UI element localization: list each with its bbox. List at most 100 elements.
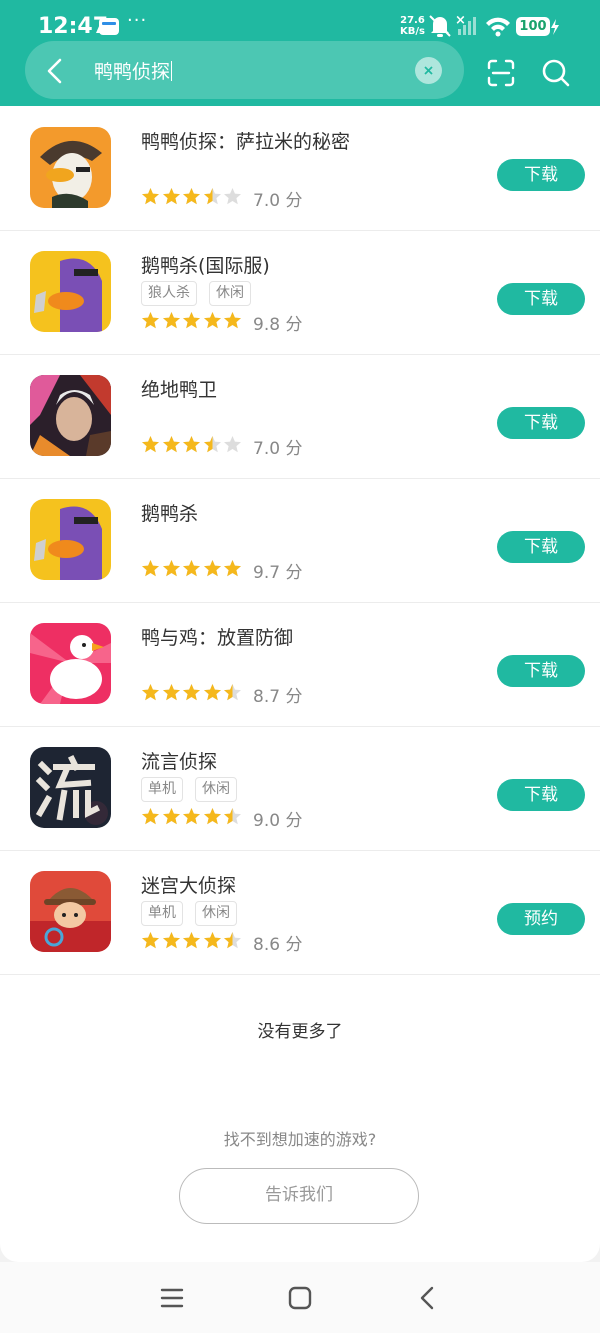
- star-full-icon: [183, 312, 200, 329]
- result-row[interactable]: 鹅鸭杀 9.7 分 下载: [0, 478, 600, 603]
- star-half-icon: [224, 684, 241, 701]
- search-results: 鸭鸭侦探：萨拉米的秘密 7.0 分 下载 鹅鸭杀(国际服) 狼人杀 休闲 9.8 …: [0, 106, 600, 1262]
- star-full-icon: [162, 560, 180, 577]
- app-score: 8.6 分: [253, 935, 303, 955]
- tag: 单机: [141, 901, 183, 926]
- header-bar: 12:47 ··· 27.6 KB/s × 100 鸭鸭侦探: [0, 0, 600, 106]
- no-more-text: 没有更多了: [257, 1022, 343, 1042]
- search-query: 鸭鸭侦探: [94, 61, 171, 83]
- star-half-icon: [203, 436, 221, 453]
- tag: 休闲: [195, 777, 237, 802]
- charging-icon: [551, 19, 559, 35]
- reserve-button[interactable]: 预约: [497, 903, 585, 935]
- app-name[interactable]: 迷宫大侦探: [141, 871, 236, 898]
- result-row[interactable]: 绝地鸭卫 7.0 分 下载: [0, 354, 600, 479]
- star-full-icon: [183, 188, 200, 205]
- app-icon-jedi-duck-guard[interactable]: [30, 375, 111, 456]
- tag-list: 单机 休闲: [141, 901, 249, 927]
- result-row[interactable]: 迷宫大侦探 单机 休闲 8.6 分 预约: [0, 850, 600, 975]
- star-full-icon: [162, 808, 180, 825]
- star-empty-icon: [224, 188, 241, 205]
- clear-search-button[interactable]: [415, 57, 442, 84]
- download-button[interactable]: 下载: [497, 655, 585, 687]
- tag: 狼人杀: [141, 281, 197, 306]
- star-full-icon: [162, 684, 180, 701]
- more-notifications-icon: ···: [127, 10, 148, 31]
- app-name[interactable]: 鹅鸭杀: [141, 499, 198, 526]
- app-icon-duck-detective[interactable]: [30, 127, 111, 208]
- status-time: 12:47: [38, 14, 109, 39]
- result-row[interactable]: 流言侦探 单机 休闲 9.0 分 下载: [0, 726, 600, 851]
- net-speed-value: 27.6: [400, 15, 425, 26]
- star-full-icon: [183, 808, 200, 825]
- tell-us-button[interactable]: 告诉我们: [179, 1168, 419, 1224]
- net-speed-unit: KB/s: [400, 26, 425, 37]
- back-icon[interactable]: [414, 1284, 442, 1312]
- system-nav-bar: [0, 1262, 600, 1333]
- app-name[interactable]: 鹅鸭杀(国际服): [141, 251, 270, 278]
- star-full-icon: [162, 312, 180, 329]
- star-full-icon: [203, 808, 221, 825]
- tag: 单机: [141, 777, 183, 802]
- menu-icon[interactable]: [158, 1284, 186, 1312]
- app-name[interactable]: 绝地鸭卫: [141, 375, 217, 402]
- back-arrow-icon[interactable]: [40, 56, 70, 86]
- star-full-icon: [142, 560, 159, 577]
- app-score: 9.8 分: [253, 315, 303, 335]
- app-name[interactable]: 流言侦探: [141, 747, 217, 774]
- download-button[interactable]: 下载: [497, 531, 585, 563]
- star-full-icon: [142, 312, 159, 329]
- scan-icon[interactable]: [486, 58, 516, 88]
- cant-find-hint: 找不到想加速的游戏?: [223, 1130, 377, 1149]
- app-score: 7.0 分: [253, 191, 303, 211]
- star-empty-icon: [224, 436, 241, 453]
- clear-icon: [424, 66, 433, 75]
- star-full-icon: [183, 932, 200, 949]
- app-icon-goose-goose-duck-global[interactable]: [30, 251, 111, 332]
- tag-list: 狼人杀 休闲: [141, 281, 263, 307]
- tag: 休闲: [195, 901, 237, 926]
- app-score: 9.0 分: [253, 811, 303, 831]
- result-row[interactable]: 鸭鸭侦探：萨拉米的秘密 7.0 分 下载: [0, 106, 600, 231]
- result-row[interactable]: 鸭与鸡：放置防御 8.7 分 下载: [0, 602, 600, 727]
- star-full-icon: [142, 436, 159, 453]
- mute-bell-icon: [429, 15, 451, 37]
- download-button[interactable]: 下载: [497, 159, 585, 191]
- home-icon[interactable]: [286, 1284, 314, 1312]
- star-full-icon: [183, 560, 200, 577]
- network-speed: 27.6 KB/s: [400, 15, 425, 37]
- result-row[interactable]: 鹅鸭杀(国际服) 狼人杀 休闲 9.8 分 下载: [0, 230, 600, 355]
- star-full-icon: [183, 436, 200, 453]
- search-box[interactable]: [25, 41, 464, 99]
- download-button[interactable]: 下载: [497, 283, 585, 315]
- app-name[interactable]: 鸭鸭侦探：萨拉米的秘密: [141, 127, 350, 154]
- star-full-icon: [142, 932, 159, 949]
- no-signal-icon: ×: [455, 13, 476, 35]
- star-full-icon: [203, 932, 221, 949]
- app-icon-maze-detective[interactable]: [30, 871, 111, 952]
- download-button[interactable]: 下载: [497, 779, 585, 811]
- app-icon-duck-and-chicken[interactable]: [30, 623, 111, 704]
- text-caret: [171, 61, 173, 81]
- star-full-icon: [142, 808, 159, 825]
- app-icon-goose-goose-duck[interactable]: [30, 499, 111, 580]
- star-full-icon: [203, 312, 221, 329]
- app-score: 7.0 分: [253, 439, 303, 459]
- star-half-icon: [203, 188, 221, 205]
- search-input[interactable]: 鸭鸭侦探: [94, 57, 173, 84]
- star-full-icon: [203, 684, 221, 701]
- app-icon-rumor-detective[interactable]: [30, 747, 111, 828]
- app-score: 8.7 分: [253, 687, 303, 707]
- wifi-icon: [486, 17, 510, 37]
- star-full-icon: [183, 684, 200, 701]
- download-button[interactable]: 下载: [497, 407, 585, 439]
- star-half-icon: [224, 932, 241, 949]
- mail-notification-icon: [99, 18, 119, 35]
- star-full-icon: [224, 560, 241, 577]
- star-full-icon: [162, 188, 180, 205]
- star-full-icon: [224, 312, 241, 329]
- app-name[interactable]: 鸭与鸡：放置防御: [141, 623, 293, 650]
- search-icon[interactable]: [541, 58, 571, 88]
- star-full-icon: [162, 436, 180, 453]
- app-score: 9.7 分: [253, 563, 303, 583]
